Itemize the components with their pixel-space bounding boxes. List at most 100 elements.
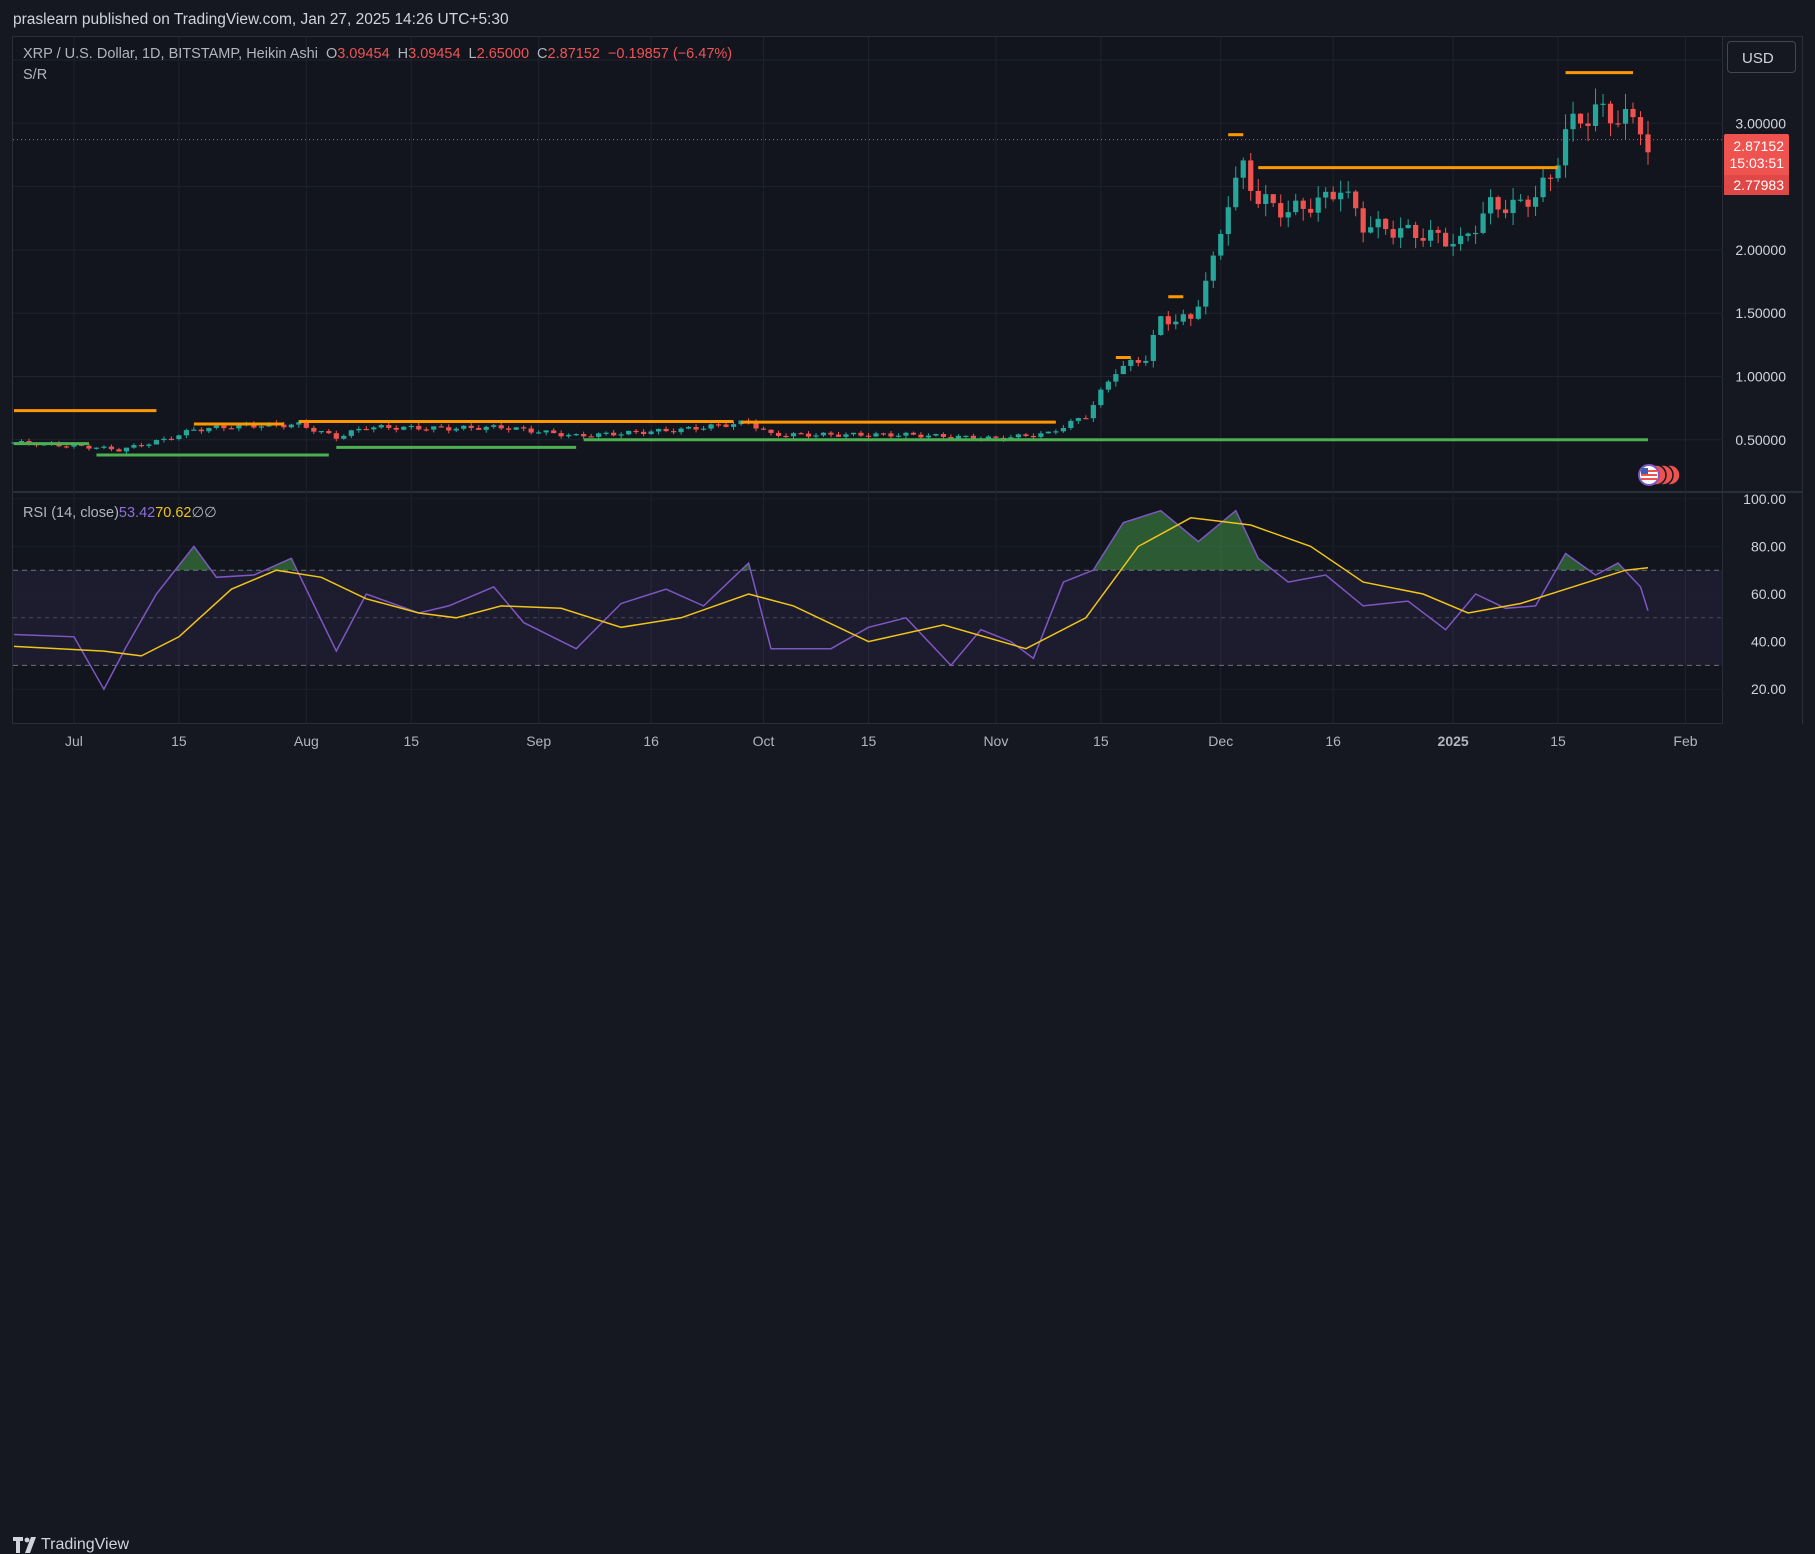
candle (760, 428, 767, 430)
currency-button[interactable]: USD (1727, 41, 1796, 73)
candle (1390, 229, 1396, 238)
candle (1570, 113, 1576, 130)
candle (1075, 418, 1081, 421)
candle (438, 426, 444, 428)
rsi-tick-label: 80.00 (1751, 538, 1786, 554)
candle (611, 432, 617, 436)
candle (723, 424, 729, 427)
ohlc-close-label: C (537, 46, 548, 62)
candle (835, 434, 842, 437)
candle (1562, 129, 1569, 166)
candle (416, 425, 422, 430)
candle (1398, 228, 1404, 238)
candle (213, 425, 219, 428)
price-tick-label: 1.50000 (1735, 305, 1786, 321)
candle (813, 435, 819, 437)
candle (1600, 103, 1606, 105)
price-tick-label: 2.00000 (1735, 242, 1786, 258)
candle (1030, 435, 1036, 438)
candle (116, 449, 122, 452)
candle (588, 436, 594, 438)
tradingview-logo-icon[interactable] (13, 1537, 37, 1553)
x-tick-label: Nov (983, 733, 1008, 749)
candle (993, 436, 999, 438)
candle (1465, 233, 1471, 236)
candle (1495, 197, 1501, 210)
candle (506, 428, 512, 430)
candle (670, 431, 677, 433)
candle (1090, 405, 1096, 419)
candle (161, 438, 167, 441)
candle (955, 435, 962, 439)
candle (363, 428, 369, 431)
indicator-label-sr[interactable]: S/R (23, 67, 47, 83)
candle (183, 430, 189, 436)
x-tick-label: 15 (171, 733, 187, 749)
candle (1547, 177, 1554, 179)
candle (798, 433, 804, 435)
candle (461, 425, 467, 429)
ohlc-close-value: 2.87152 (547, 46, 600, 62)
candle (1420, 238, 1426, 241)
chart-canvas[interactable]: Jul 15 Aug 15 Sep 16 Oct 15 Nov 15 Dec 16 2025 15 Feb 0… (0, 0, 1815, 802)
us-flag-event-icon[interactable] (1630, 463, 1682, 487)
candle (656, 428, 662, 432)
candle (678, 428, 684, 433)
candle (685, 427, 692, 429)
ohlc-high-value: 3.09454 (408, 46, 461, 62)
candle (918, 434, 924, 438)
candle (386, 425, 392, 428)
candle (93, 447, 100, 449)
empty-set-icon: ∅ (204, 505, 217, 521)
x-tick-label: 15 (861, 733, 877, 749)
candle (1592, 104, 1599, 126)
candle (1540, 177, 1546, 198)
candle (536, 432, 542, 434)
candle (828, 432, 834, 435)
candle (378, 425, 384, 428)
candle (1158, 316, 1164, 336)
ohlc-high-label: H (397, 46, 409, 62)
candle (476, 427, 482, 430)
candle (1218, 233, 1224, 256)
candle (498, 425, 504, 429)
rsi-ma-value: 70.62 (155, 505, 192, 521)
candle (1113, 374, 1119, 382)
candle (1383, 218, 1389, 230)
candle (146, 444, 152, 446)
candle (603, 432, 609, 434)
candle (1128, 359, 1134, 366)
candle (708, 424, 714, 429)
candle (1203, 280, 1209, 307)
symbol-legend: XRP / U.S. Dollar, 1D, BITSTAMP, Heikin … (23, 46, 732, 62)
candle (1637, 117, 1644, 135)
ha-close-tag-text: 2.77983 (1733, 177, 1784, 193)
candle (910, 432, 917, 435)
candle (1233, 177, 1239, 208)
candle (1577, 113, 1584, 124)
candle (176, 435, 182, 440)
candle (341, 435, 347, 439)
rsi-title[interactable]: RSI (14, close) (23, 505, 119, 521)
candle (1068, 420, 1074, 428)
candle (521, 427, 527, 429)
x-tick-label: 16 (643, 733, 659, 749)
candle (1060, 427, 1066, 432)
candle (1458, 235, 1464, 244)
candle (1443, 232, 1449, 247)
last-price-tag-text: 2.87152 (1733, 138, 1784, 154)
candle (318, 431, 324, 433)
x-tick-label: 2025 (1438, 733, 1469, 749)
candle (63, 446, 70, 448)
candle (1630, 108, 1636, 118)
candle (1083, 418, 1089, 420)
candle (138, 445, 145, 447)
candle (453, 428, 459, 431)
rsi-legend: RSI (14, close)53.4270.62∅∅ (23, 505, 217, 521)
candle (468, 425, 474, 428)
candle (1338, 192, 1344, 200)
footer-brand[interactable]: TradingView (41, 1536, 129, 1554)
candle (633, 430, 639, 433)
x-tick-label: Sep (526, 733, 551, 749)
rsi-tick-label: 60.00 (1751, 586, 1786, 602)
